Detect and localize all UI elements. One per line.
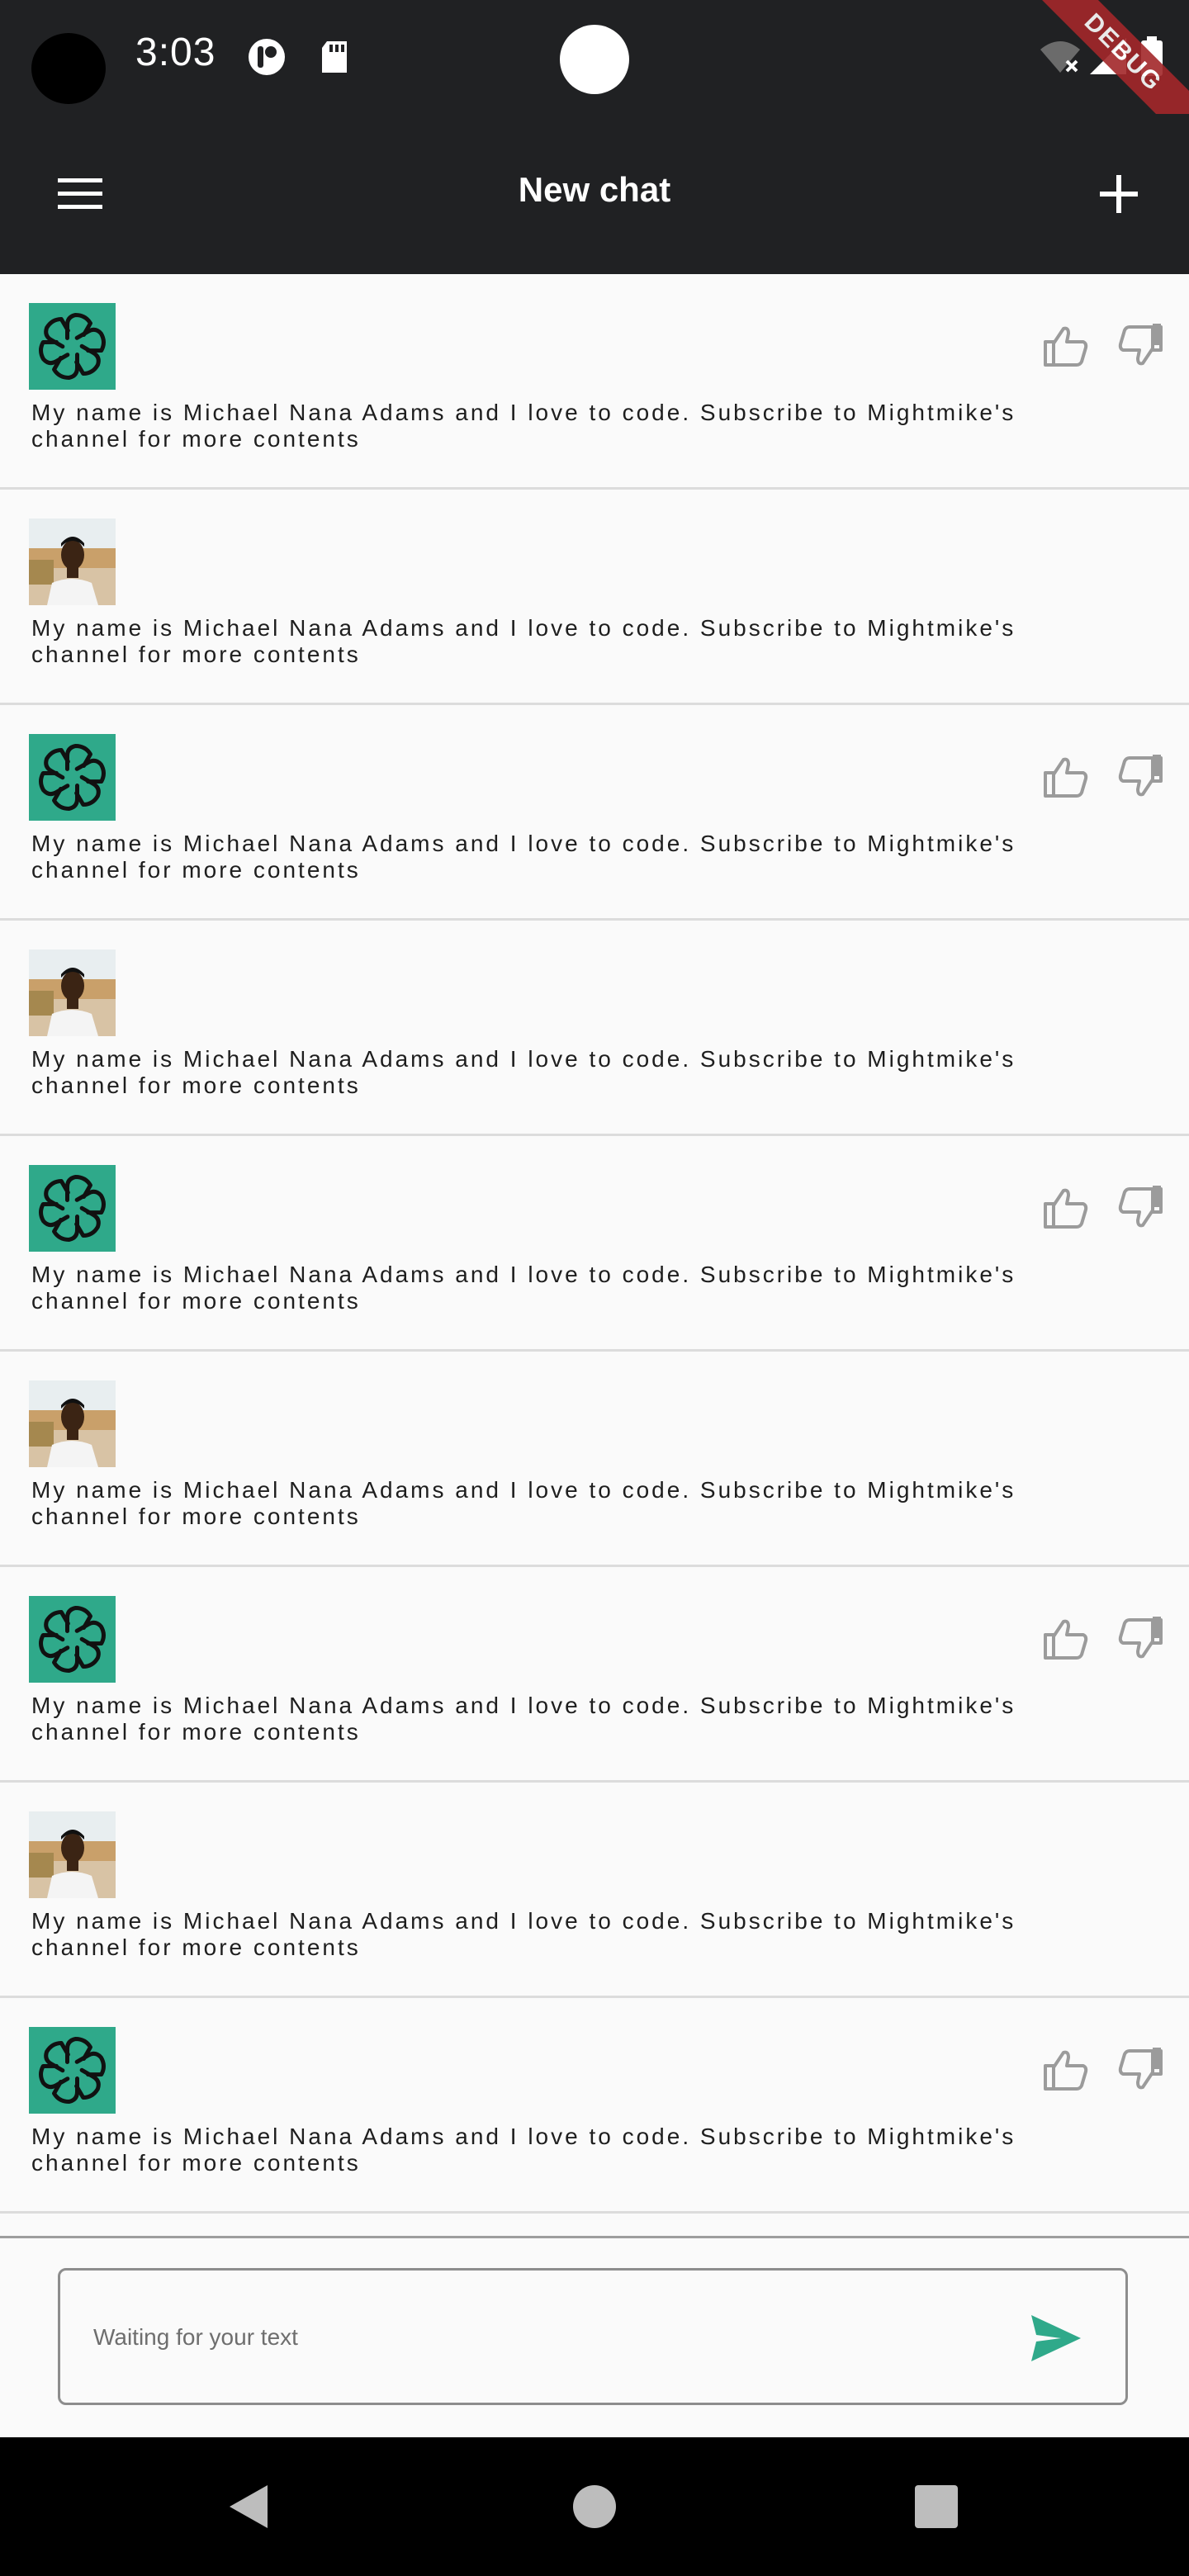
app-bar: New chat [0, 114, 1189, 274]
user-avatar [29, 949, 116, 1036]
user-message: My name is Michael Nana Adams and I love… [0, 1783, 1189, 1998]
user-avatar [29, 519, 116, 605]
home-icon[interactable] [573, 2485, 616, 2528]
app-notification-icon [249, 39, 285, 75]
thumbs-down-icon[interactable] [1116, 753, 1164, 801]
message-text: My name is Michael Nana Adams and I love… [31, 615, 1016, 667]
message-input-box [58, 2268, 1128, 2405]
message-text: My name is Michael Nana Adams and I love… [31, 1477, 1016, 1529]
system-nav-bar [0, 2437, 1189, 2576]
bot-message: My name is Michael Nana Adams and I love… [0, 705, 1189, 921]
bot-message: My name is Michael Nana Adams and I love… [0, 274, 1189, 490]
user-avatar [29, 1380, 116, 1467]
back-icon[interactable] [225, 2482, 271, 2531]
send-icon[interactable] [1028, 2312, 1084, 2365]
status-time: 3:03 [135, 31, 216, 74]
message-text: My name is Michael Nana Adams and I love… [31, 1908, 1016, 1960]
camera-hole [31, 33, 106, 104]
chatgpt-logo-icon [29, 1165, 116, 1252]
message-input[interactable] [92, 2312, 1003, 2363]
user-message: My name is Michael Nana Adams and I love… [0, 921, 1189, 1136]
thumbs-down-icon[interactable] [1116, 2046, 1164, 2094]
chatgpt-logo-icon [29, 734, 116, 821]
bot-message: My name is Michael Nana Adams and I love… [0, 1998, 1189, 2214]
chatgpt-logo-icon [29, 1596, 116, 1683]
chatgpt-logo-icon [29, 303, 116, 390]
message-text: My name is Michael Nana Adams and I love… [31, 1693, 1016, 1745]
bot-message: My name is Michael Nana Adams and I love… [0, 1136, 1189, 1352]
wifi-off-icon [1040, 41, 1080, 73]
front-sensor [560, 25, 629, 94]
chatgpt-logo-icon [29, 2027, 116, 2114]
message-text: My name is Michael Nana Adams and I love… [31, 1262, 1016, 1314]
thumbs-up-icon[interactable] [1042, 1615, 1090, 1663]
user-message: My name is Michael Nana Adams and I love… [0, 490, 1189, 705]
thumbs-down-icon[interactable] [1116, 322, 1164, 370]
bot-message: My name is Michael Nana Adams and I love… [0, 1567, 1189, 1783]
message-text: My name is Michael Nana Adams and I love… [31, 831, 1016, 883]
sd-card-icon [322, 41, 347, 73]
thumbs-down-icon[interactable] [1116, 1184, 1164, 1232]
status-bar: 3:03 DEBUG [0, 0, 1189, 155]
user-avatar [29, 1811, 116, 1898]
thumbs-up-icon[interactable] [1042, 753, 1090, 801]
user-message [0, 2214, 1189, 2236]
input-area [0, 2236, 1189, 2440]
plus-icon[interactable] [1087, 162, 1151, 226]
chat-list[interactable]: My name is Michael Nana Adams and I love… [0, 274, 1189, 2236]
page-title: New chat [518, 170, 671, 209]
thumbs-up-icon[interactable] [1042, 322, 1090, 370]
user-message: My name is Michael Nana Adams and I love… [0, 1352, 1189, 1567]
thumbs-up-icon[interactable] [1042, 2046, 1090, 2094]
message-text: My name is Michael Nana Adams and I love… [31, 1046, 1016, 1098]
thumbs-down-icon[interactable] [1116, 1615, 1164, 1663]
message-text: My name is Michael Nana Adams and I love… [31, 400, 1016, 452]
thumbs-up-icon[interactable] [1042, 1184, 1090, 1232]
recents-icon[interactable] [915, 2485, 958, 2528]
message-text: My name is Michael Nana Adams and I love… [31, 2124, 1016, 2176]
